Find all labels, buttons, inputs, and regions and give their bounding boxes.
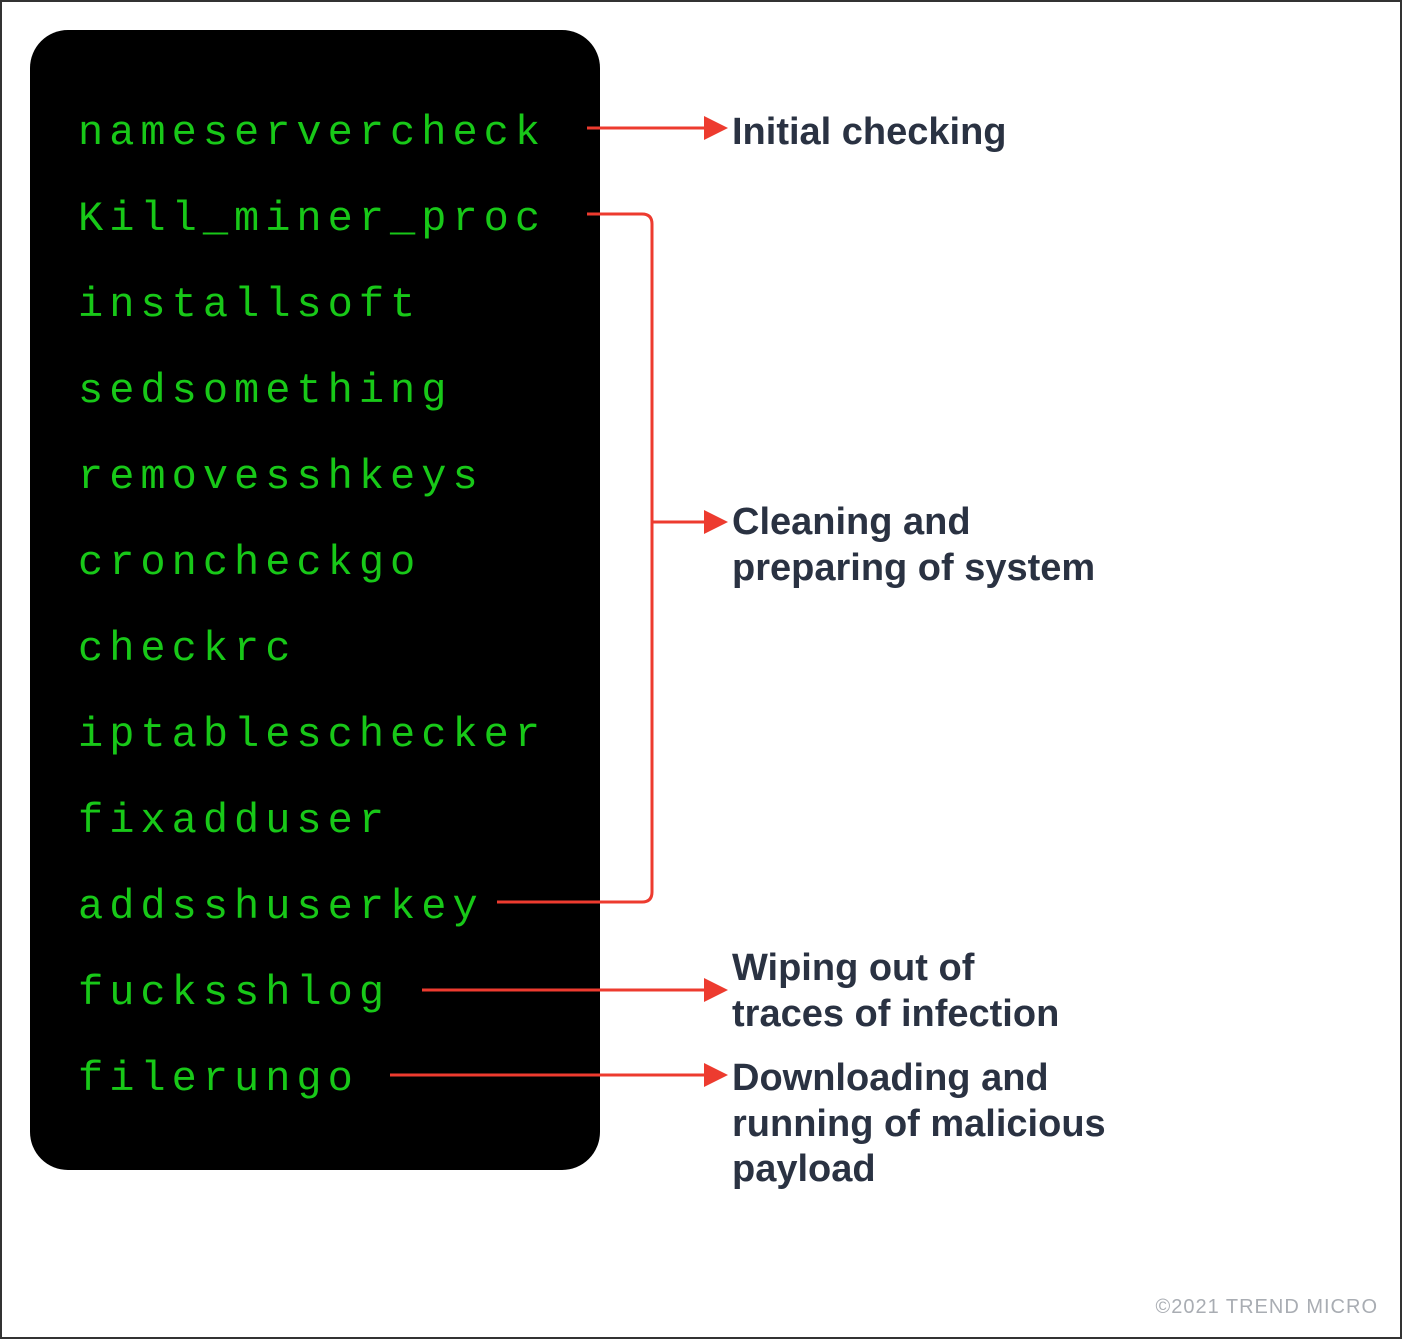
term-line-10: fucksshlog [78, 950, 562, 1036]
term-line-5: croncheckgo [78, 520, 562, 606]
terminal-panel: nameservercheck Kill_miner_proc installs… [30, 30, 600, 1170]
label-download-l3: payload [732, 1148, 876, 1190]
term-line-6: checkrc [78, 606, 562, 692]
label-cleaning-l2: preparing of system [732, 547, 1095, 589]
term-line-11: filerungo [78, 1036, 562, 1122]
label-download-l1: Downloading and [732, 1057, 1049, 1099]
copyright-text: ©2021 TREND MICRO [1155, 1296, 1378, 1319]
term-line-0: nameservercheck [78, 90, 562, 176]
term-line-3: sedsomething [78, 348, 562, 434]
term-line-8: fixadduser [78, 778, 562, 864]
term-line-4: removesshkeys [78, 434, 562, 520]
label-download: Downloading and running of malicious pay… [732, 1056, 1106, 1193]
label-cleaning: Cleaning and preparing of system [732, 500, 1095, 591]
term-line-1: Kill_miner_proc [78, 176, 562, 262]
label-download-l2: running of malicious [732, 1103, 1106, 1145]
term-line-2: installsoft [78, 262, 562, 348]
label-wiping-l2: traces of infection [732, 993, 1059, 1035]
diagram-frame: nameservercheck Kill_miner_proc installs… [0, 0, 1402, 1339]
label-initial: Initial checking [732, 110, 1007, 156]
term-line-7: iptableschecker [78, 692, 562, 778]
label-cleaning-l1: Cleaning and [732, 501, 971, 543]
term-line-9: addsshuserkey [78, 864, 562, 950]
label-wiping: Wiping out of traces of infection [732, 946, 1059, 1037]
label-wiping-l1: Wiping out of [732, 947, 974, 989]
